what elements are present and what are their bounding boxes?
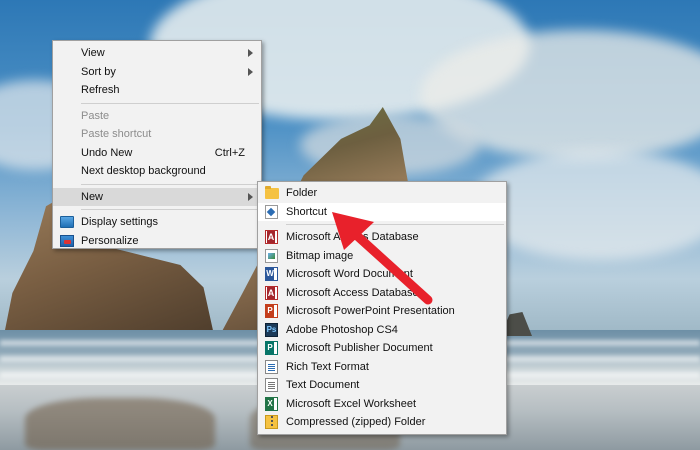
text-document-icon — [265, 378, 278, 392]
shortcut-icon — [265, 204, 278, 219]
menu-item-display-settings[interactable]: Display settings — [53, 213, 261, 232]
menu-item-next-desktop-background[interactable]: Next desktop background — [53, 162, 261, 181]
access-database-icon — [265, 230, 278, 244]
desktop-context-menu: View Sort by Refresh Paste Paste shortcu… — [52, 40, 262, 249]
menu-item-sort-by[interactable]: Sort by — [53, 63, 261, 82]
zipped-folder-icon — [265, 415, 278, 429]
folder-icon — [265, 186, 279, 199]
new-item-zipped-folder[interactable]: Compressed (zipped) Folder — [258, 413, 506, 432]
menu-item-undo-new[interactable]: Undo New Ctrl+Z — [53, 144, 261, 163]
menu-item-view[interactable]: View — [53, 44, 261, 63]
red-arrow-pointer-icon — [332, 212, 433, 305]
display-settings-icon — [60, 216, 74, 228]
submenu-arrow-icon — [248, 192, 253, 201]
menu-separator — [81, 102, 259, 104]
arrow-shaft — [349, 228, 433, 305]
submenu-arrow-icon — [248, 67, 253, 76]
photoshop-icon: Ps — [265, 322, 278, 337]
new-item-excel-worksheet[interactable]: Microsoft Excel Worksheet — [258, 395, 506, 414]
word-document-icon — [265, 267, 278, 281]
bitmap-image-icon — [265, 248, 278, 263]
menu-item-paste-shortcut[interactable]: Paste shortcut — [53, 125, 261, 144]
menu-item-new[interactable]: New — [53, 187, 261, 206]
new-item-photoshop[interactable]: Ps Adobe Photoshop CS4 — [258, 321, 506, 340]
keyboard-shortcut: Ctrl+Z — [214, 146, 245, 159]
excel-worksheet-icon — [265, 396, 278, 411]
new-item-publisher-document[interactable]: Microsoft Publisher Document — [258, 339, 506, 358]
access-database-icon — [265, 285, 278, 300]
rich-text-icon — [265, 359, 278, 374]
publisher-icon — [265, 341, 278, 355]
powerpoint-icon — [265, 304, 278, 318]
menu-item-refresh[interactable]: Refresh — [53, 81, 261, 100]
new-item-text-document[interactable]: Text Document — [258, 376, 506, 395]
rock-reflection — [25, 398, 215, 450]
menu-item-personalize[interactable]: Personalize — [53, 232, 261, 251]
personalize-icon — [60, 234, 74, 247]
menu-separator — [81, 209, 259, 210]
submenu-arrow-icon — [248, 49, 253, 57]
menu-separator — [81, 183, 259, 185]
new-item-rich-text-format[interactable]: Rich Text Format — [258, 358, 506, 377]
menu-item-paste[interactable]: Paste — [53, 107, 261, 126]
